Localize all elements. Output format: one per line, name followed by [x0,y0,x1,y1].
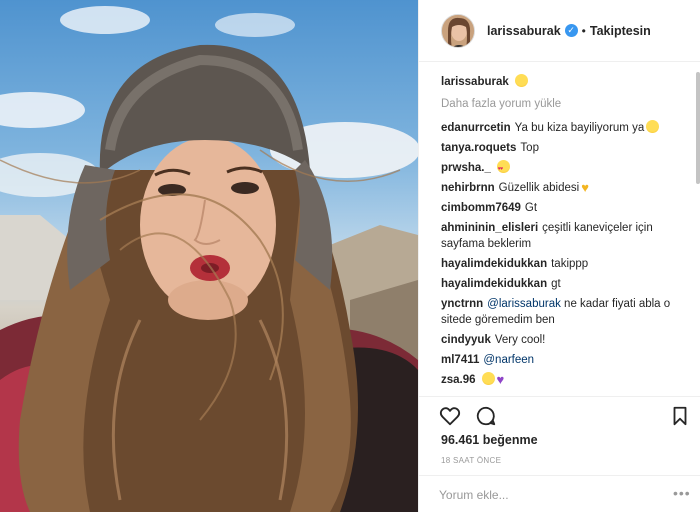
comment-item: tanya.roquets Top [441,140,691,156]
comment-username[interactable]: hayalimdekidukkan [441,278,547,290]
author-avatar[interactable] [441,13,475,48]
separator-dot: • [581,23,586,38]
comment-text: Top [520,142,539,154]
comment-item: ahmininin_elisleri çeşitli kaneviçeler iç… [441,220,691,252]
comment-username[interactable]: zsa.96 [441,374,476,386]
comment-username[interactable]: prwsha._ [441,162,491,174]
comment-username[interactable]: ynctrnn [441,298,483,310]
smile-emoji-icon [514,74,528,87]
purple-heart-emoji-icon: ♥ [496,372,505,387]
scrollbar-thumb[interactable] [696,72,700,184]
comment-username[interactable]: tanya.roquets [441,142,516,154]
comment-item: prwsha._ [441,160,691,177]
comment-item: cimbomm7649 Gt [441,200,691,216]
avatar-image [442,14,474,47]
verified-badge-icon: ✓ [564,24,578,37]
follow-state-button[interactable]: Takiptesin [590,24,651,38]
comment-text: gt [551,278,561,290]
comment-username[interactable]: nehirbrnn [441,182,495,194]
caption: larissaburak [441,74,691,90]
comment-username[interactable]: ahmininin_elisleri [441,222,538,234]
post-header: larissaburak ✓ • Takiptesin [419,0,700,62]
comment-item: hayalimdekidukkan gt [441,276,691,292]
smile-emoji-icon [646,120,660,133]
comment-username[interactable]: hayalimdekidukkan [441,258,547,270]
yellow-heart-emoji-icon: ♥ [581,180,589,195]
comment-text: takippp [551,258,589,270]
add-comment-bar: ••• [419,475,700,512]
comment-item: ml7411 @narfeen [441,352,691,368]
comments-list[interactable]: larissaburak Daha fazla yorum yükle edan… [441,74,691,396]
likes-count[interactable]: 96.461 beğenme [441,433,538,447]
action-bar [419,396,700,434]
smile-emoji-icon [481,372,495,385]
comment-mention[interactable]: @narfeen [483,354,534,366]
comment-item: edanurrcetin Ya bu kiza bayiliyorum ya [441,120,691,136]
speech-bubble-icon[interactable] [475,405,497,427]
comment-item: ynctrnn @larissaburak ne kadar fiyati abl… [441,296,691,328]
heart-outline-icon[interactable] [439,405,461,427]
comment-item: zsa.96 ♥ [441,372,691,388]
photo-illustration [0,6,418,512]
comment-mention[interactable]: @larissaburak [487,298,561,310]
comment-username[interactable]: ml7411 [441,354,479,366]
comments-scrollbar[interactable] [696,72,700,394]
comment-username[interactable]: cimbomm7649 [441,202,521,214]
comment-text: Gt [524,202,538,214]
comment-text: Ya bu kiza bayiliyorum ya [514,122,645,134]
caption-username[interactable]: larissaburak [441,76,509,88]
heart-eyes-emoji-icon [496,160,510,177]
comment-username[interactable]: cindyyuk [441,334,491,346]
author-username[interactable]: larissaburak [487,24,561,38]
comment-item: hayalimdekidukkan takippp [441,256,691,272]
comment-item: nehirbrnn Güzellik abidesi ♥ [441,180,691,196]
post-photo[interactable] [0,0,418,512]
more-options-icon[interactable]: ••• [673,486,691,502]
comment-username[interactable]: edanurrcetin [441,122,511,134]
comment-text: Güzellik abidesi [498,182,580,194]
post-details-panel: larissaburak ✓ • Takiptesin larissaburak… [418,0,700,512]
load-more-comments-link[interactable]: Daha fazla yorum yükle [441,96,691,112]
bookmark-icon[interactable] [669,405,691,427]
comment-item: cindyyuk Very cool! [441,332,691,348]
comment-input[interactable] [439,486,669,504]
post-timestamp: 18 SAAT ÖNCE [441,456,502,465]
comment-text: Very cool! [494,334,546,346]
